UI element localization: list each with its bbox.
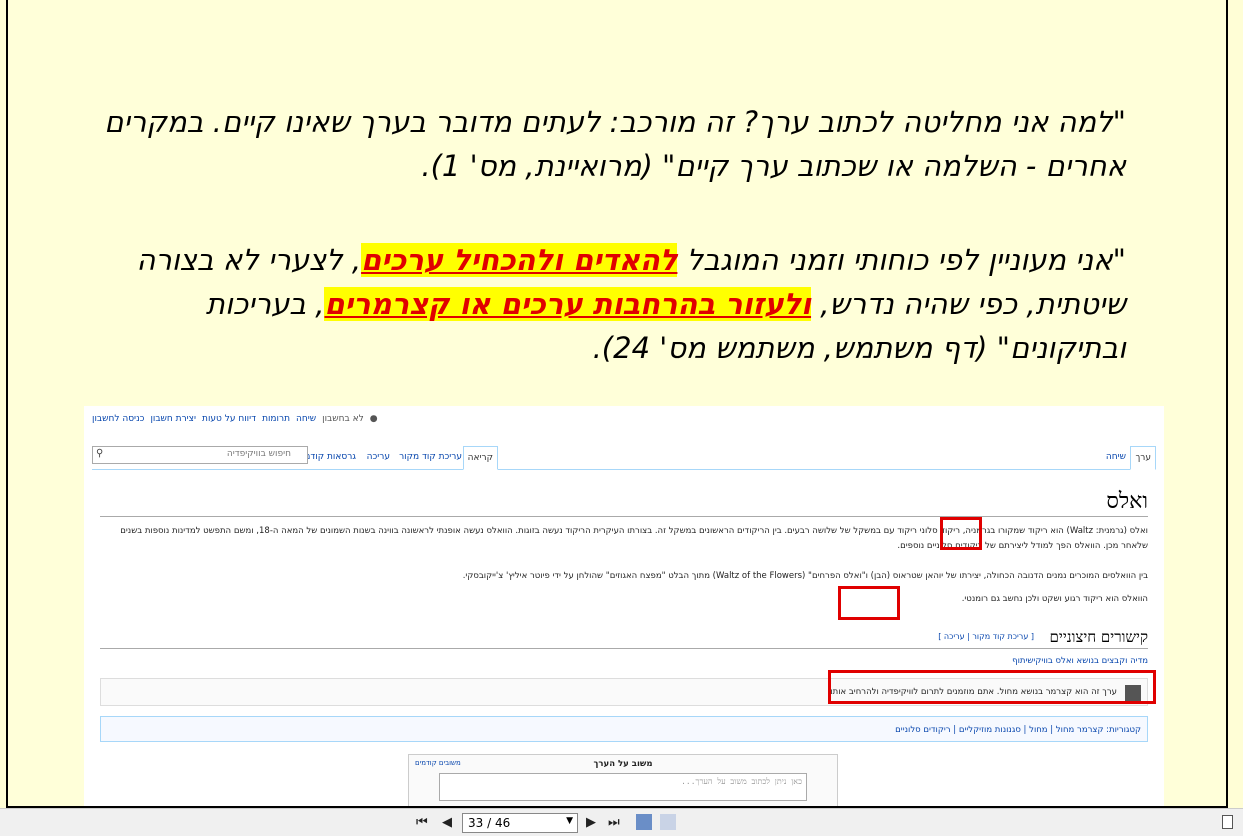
section-divider <box>100 648 1148 649</box>
personal-contributions[interactable]: תרומות <box>262 414 290 424</box>
section-heading: קישורים חיצוניים <box>1049 628 1148 646</box>
page-indicator: 33 / 46 <box>468 816 511 830</box>
notes-icon[interactable] <box>1222 815 1233 829</box>
feedback-title: משוב על הערך <box>593 759 653 769</box>
wiki-search-input[interactable]: חיפוש בוויקיפדיה ⚲ <box>92 446 308 464</box>
quote2-highlight-2: ולעזור בהרחבות ערכים או קצרמרים <box>324 287 812 321</box>
slide: "למה אני מחליטה לכתוב ערך? זה מורכב: לעת… <box>6 0 1228 808</box>
personal-talk[interactable]: שיחה <box>296 414 316 424</box>
article-paragraph-3: הוואלס הוא ריקוד רגוע ושקט ולכן נחשב גם … <box>961 594 1148 604</box>
feedback-textarea[interactable]: כאן ניתן לכתוב משוב על הערך... <box>439 773 807 801</box>
search-placeholder: חיפוש בוויקיפדיה <box>226 449 291 459</box>
wikipedia-screenshot: ● לא בחשבון שיחה תרומות דיווח על טעות יצ… <box>84 406 1164 806</box>
personal-report-error[interactable]: דיווח על טעות <box>202 414 256 424</box>
quote-interviewee: "למה אני מחליטה לכתוב ערך? זה מורכב: לעת… <box>104 105 1126 183</box>
previous-slide-icon[interactable]: ◀ <box>442 815 452 830</box>
outline-view-icon[interactable] <box>660 814 676 830</box>
quote2-text-1: "אני מעוניין לפי כוחותי וזמני המוגבל <box>677 243 1126 277</box>
tab-edit-source[interactable]: עריכת קוד מקור <box>395 450 466 464</box>
categories-box[interactable]: קטגוריות: קצרמר מחול | מחול | סגנונות מו… <box>100 716 1148 742</box>
article-paragraph-2: בין הוואלסים המוכרים נמנים הדנובה הכחולה… <box>462 571 1148 581</box>
quote2-highlight-1: להאדים ולהכחיל ערכים <box>361 243 678 277</box>
tab-talk[interactable]: שיחה <box>1102 450 1130 464</box>
feedback-box: משוב על הערך משובים קודמים כאן ניתן לכתו… <box>408 754 838 806</box>
highlight-box-stub-notice <box>828 670 1156 704</box>
chevron-down-icon: ▼ <box>566 816 573 826</box>
first-slide-icon[interactable]: ⏮ <box>416 815 428 830</box>
personal-create-account[interactable]: יצירת חשבון <box>150 414 196 424</box>
user-icon: ● <box>369 414 378 424</box>
article-title: ואלס <box>1106 489 1148 514</box>
page-selector[interactable]: 33 / 46 ▼ <box>462 813 578 833</box>
search-icon[interactable]: ⚲ <box>96 448 103 459</box>
article-paragraph-1: ואלס (גרמנית: Waltz) הוא ריקוד שמקורו בג… <box>120 526 1148 551</box>
previous-feedback-link[interactable]: משובים קודמים <box>415 759 461 767</box>
viewer-toolbar: ⏮ ◀ 33 / 46 ▼ ▶ ⏭ <box>0 808 1243 836</box>
personal-tools: ● לא בחשבון שיחה תרומות דיווח על טעות יצ… <box>92 414 378 424</box>
personal-login[interactable]: כניסה לחשבון <box>92 414 144 424</box>
last-slide-icon[interactable]: ⏭ <box>608 815 620 830</box>
highlight-box-flower-waltz-link <box>838 586 900 620</box>
slide-view-icon[interactable] <box>636 814 652 830</box>
title-divider <box>100 516 1148 517</box>
personal-not-logged: לא בחשבון <box>322 414 364 424</box>
tab-read[interactable]: קריאה <box>462 446 498 470</box>
highlight-box-ballroom-link <box>940 517 982 550</box>
commons-link[interactable]: מדיה וקבצים בנושא ואלס בוויקישיתוף <box>1012 656 1148 666</box>
tab-edit[interactable]: עריכה <box>363 450 394 464</box>
section-edit-links[interactable]: [ עריכת קוד מקור | עריכה ] <box>938 632 1034 641</box>
next-slide-icon[interactable]: ▶ <box>586 815 596 830</box>
quote-user-page: "אני מעוניין לפי כוחותי וזמני המוגבל להא… <box>96 238 1126 370</box>
tab-article[interactable]: ערך <box>1130 446 1156 470</box>
